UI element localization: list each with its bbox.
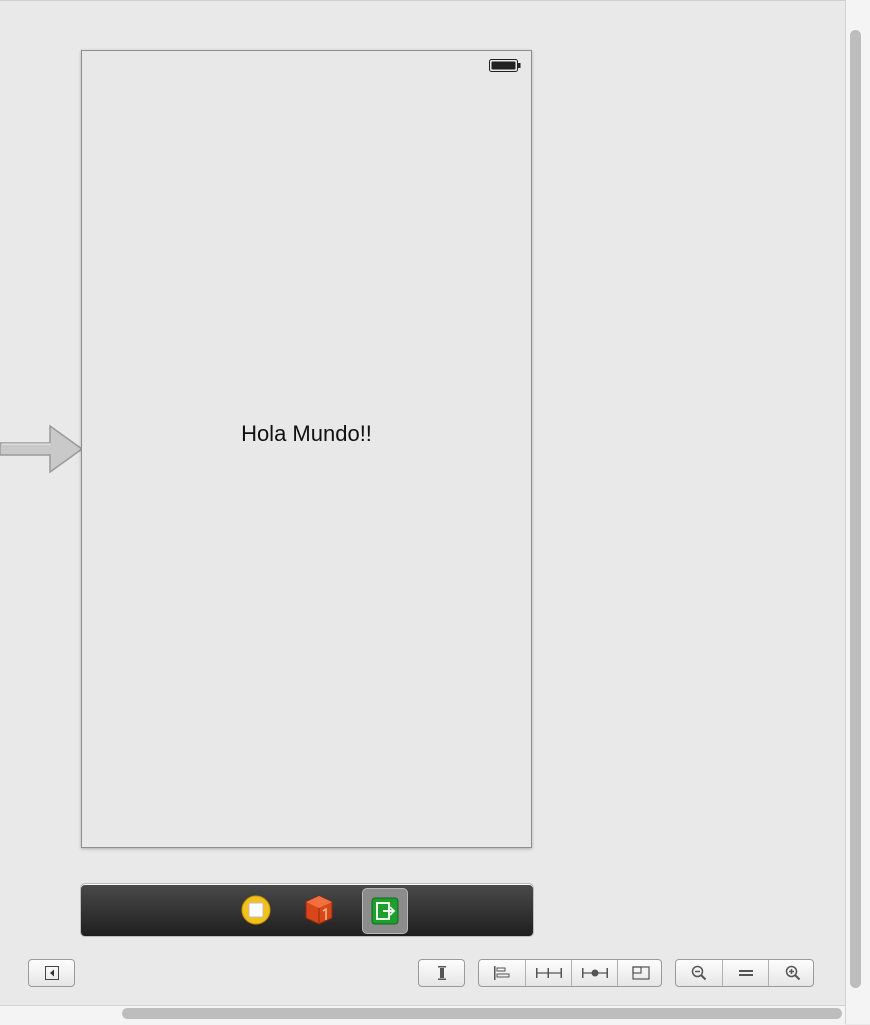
issue-button[interactable] — [418, 959, 465, 987]
zoom-out-icon[interactable] — [676, 960, 722, 986]
resolve-auto-layout-icon[interactable] — [571, 960, 618, 986]
toggle-document-outline-button[interactable] — [28, 959, 75, 987]
hello-label[interactable]: Hola Mundo!! — [82, 421, 531, 447]
view-controller-scene[interactable]: Hola Mundo!! — [81, 50, 532, 848]
resizing-icon[interactable] — [617, 960, 664, 986]
pin-icon[interactable] — [525, 960, 572, 986]
horizontal-scrollbar-thumb[interactable] — [122, 1008, 842, 1019]
toggle-document-outline-icon — [29, 960, 74, 986]
align-icon[interactable] — [479, 960, 525, 986]
zoom-controls[interactable] — [675, 959, 814, 987]
entry-point-arrow-icon[interactable] — [0, 423, 84, 475]
issue-icon — [419, 960, 464, 986]
vertical-scrollbar-thumb[interactable] — [850, 30, 861, 988]
zoom-actual-size-icon[interactable] — [722, 960, 769, 986]
exit-icon[interactable] — [362, 888, 408, 934]
battery-icon — [489, 59, 521, 72]
view-controller-icon[interactable] — [297, 888, 341, 932]
auto-layout-controls[interactable] — [478, 959, 662, 987]
scene-dock — [80, 883, 534, 937]
zoom-in-icon[interactable] — [768, 960, 816, 986]
first-responder-icon[interactable] — [234, 888, 278, 932]
